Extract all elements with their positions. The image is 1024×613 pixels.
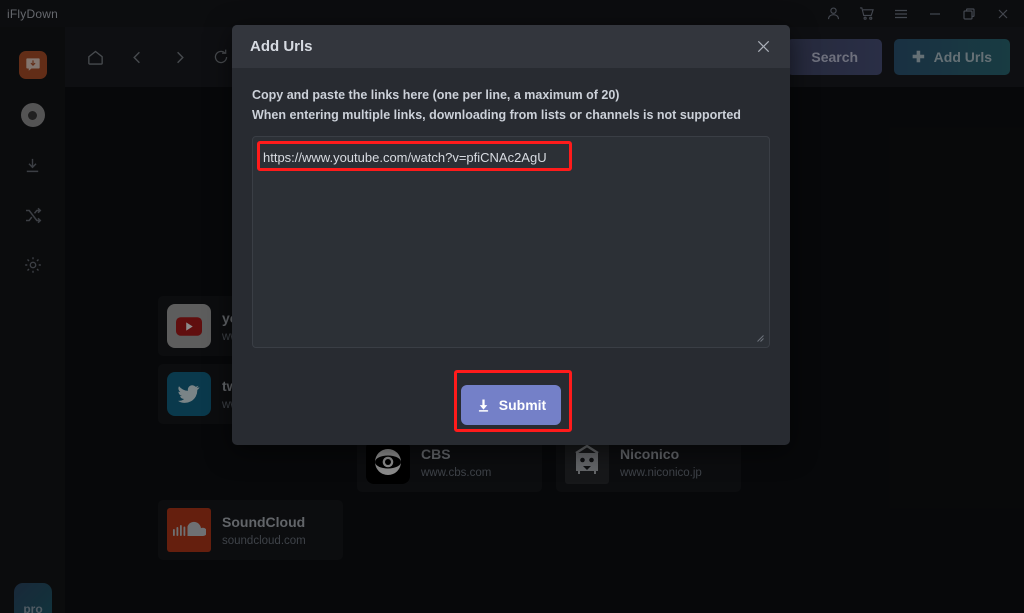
url-textarea[interactable] — [252, 136, 770, 348]
submit-download-icon — [478, 399, 488, 412]
url-textarea-wrapper — [252, 136, 770, 348]
dialog-footer: Submit — [232, 365, 790, 445]
submit-button[interactable]: Submit — [461, 385, 561, 425]
hint-line-2: When entering multiple links, downloadin… — [252, 108, 741, 122]
app-window: iFlyDown pro Search ✚ Add Urls CBS www.c… — [0, 0, 1024, 613]
submit-label: Submit — [498, 397, 547, 413]
add-urls-dialog: Add Urls Copy and paste the links here (… — [232, 25, 790, 445]
dialog-body: Copy and paste the links here (one per l… — [232, 68, 790, 365]
dialog-close-icon[interactable] — [750, 34, 776, 60]
hint-line-1: Copy and paste the links here (one per l… — [252, 88, 620, 102]
dialog-header: Add Urls — [232, 25, 790, 68]
dialog-title: Add Urls — [250, 38, 313, 55]
